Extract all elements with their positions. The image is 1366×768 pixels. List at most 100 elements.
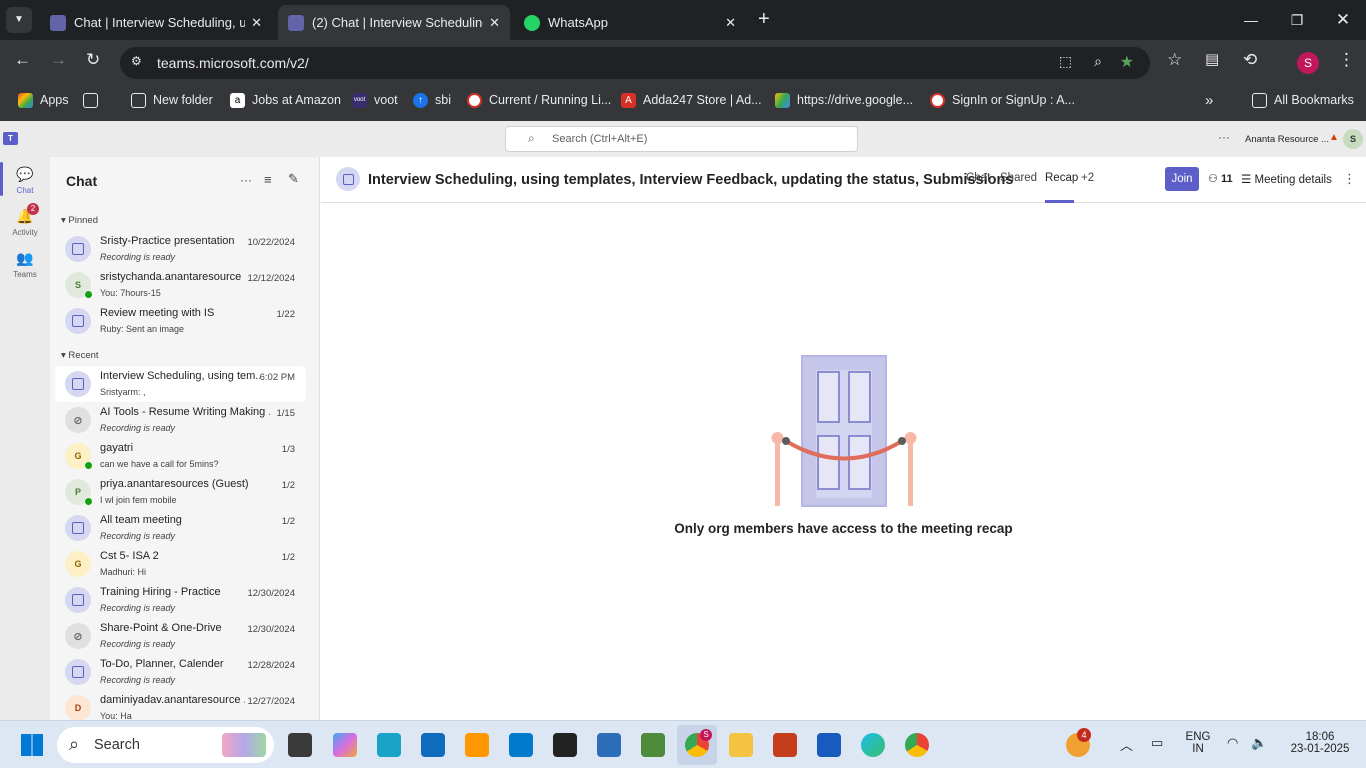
close-tab-icon[interactable]: ✕	[251, 15, 262, 31]
chat-list-item[interactable]: G gayatri 1/3 can we have a call for 5mi…	[55, 438, 306, 474]
tab-search-button[interactable]: ▼	[6, 7, 32, 33]
participants-button[interactable]: ⚇ 11	[1208, 172, 1233, 185]
bookmark-current-running[interactable]: Current / Running Li...	[467, 85, 611, 115]
browser-tab-2[interactable]: (2) Chat | Interview Scheduling, ✕	[278, 5, 510, 40]
browser-tab-3[interactable]: WhatsApp ✕	[514, 5, 746, 40]
more-options-icon[interactable]: ⋮	[1343, 171, 1356, 187]
zoom-icon[interactable]: ⌕	[1094, 53, 1102, 70]
bookmark-apps[interactable]: Apps	[18, 85, 69, 115]
profile-avatar[interactable]: S	[1297, 52, 1319, 74]
pinned-section-header[interactable]: ▾ Pinned	[61, 215, 98, 226]
teams-logo-icon[interactable]: T	[3, 132, 18, 145]
join-button[interactable]: Join	[1165, 167, 1199, 191]
chevron-up-icon[interactable]: ︿	[1120, 735, 1133, 754]
close-tab-icon[interactable]: ✕	[725, 15, 736, 31]
reload-icon[interactable]: ↻	[86, 50, 100, 70]
task-view-icon[interactable]	[288, 733, 312, 757]
rail-activity[interactable]: 🔔 2 Activity	[0, 203, 50, 237]
bookmark-drive[interactable]: https://drive.google...	[775, 85, 913, 115]
filter-icon[interactable]: ≡	[264, 172, 272, 187]
clock[interactable]: 18:06 23-01-2025	[1280, 731, 1360, 755]
search-input[interactable]: ⌕ Search (Ctrl+Alt+E)	[505, 126, 858, 152]
calendar-icon	[72, 378, 84, 390]
taskbar-search[interactable]: ⌕ Search	[57, 727, 274, 763]
site-info-icon[interactable]: ⚙	[131, 54, 142, 68]
chat-list-item[interactable]: Review meeting with IS 1/22 Ruby: Sent a…	[55, 303, 306, 339]
tab-title: Chat | Interview Scheduling, usin	[74, 15, 246, 30]
file-explorer-icon[interactable]	[729, 733, 753, 757]
more-options-icon[interactable]: ···	[1218, 130, 1230, 144]
chat-list-item[interactable]: G Cst 5- ISA 2 1/2 Madhuri: Hi	[55, 546, 306, 582]
all-bookmarks[interactable]: All Bookmarks	[1252, 85, 1354, 115]
tab-chat[interactable]: Chat	[966, 172, 990, 184]
chat-list-item[interactable]: All team meeting 1/2 Recording is ready	[55, 510, 306, 546]
chat-list-item[interactable]: ⊘ AI Tools - Resume Writing Making ... 1…	[55, 402, 306, 438]
muted-icon: ⊘	[73, 630, 83, 643]
chat-list-item-selected[interactable]: Interview Scheduling, using tem... 6:02 …	[55, 366, 306, 402]
grid-icon[interactable]	[83, 85, 105, 115]
minimize-icon[interactable]: —	[1228, 0, 1274, 40]
bookmark-voot[interactable]: voot voot	[352, 85, 398, 115]
bookmark-jobs-amazon[interactable]: a Jobs at Amazon	[230, 85, 341, 115]
bookmark-star-icon[interactable]: ★	[1120, 52, 1134, 72]
volume-icon[interactable]: 🔈	[1251, 735, 1267, 751]
rail-chat[interactable]: 💬 Chat	[0, 165, 50, 195]
tab-shared[interactable]: Shared	[1000, 172, 1037, 184]
chat-list-item[interactable]: P priya.anantaresources (Guest) 1/2 I wl…	[55, 474, 306, 510]
calendar-icon	[72, 666, 84, 678]
language-indicator[interactable]: ENG IN	[1183, 731, 1213, 755]
display-icon[interactable]: ▭	[1151, 735, 1163, 751]
chat-list-item[interactable]: ⊘ Share-Point & One-Drive 12/30/2024 Rec…	[55, 618, 306, 654]
bookmark-signin[interactable]: SignIn or SignUp : A...	[930, 85, 1075, 115]
terminal-icon[interactable]	[553, 733, 577, 757]
sublime-icon[interactable]	[465, 733, 489, 757]
forward-icon[interactable]: →	[50, 50, 67, 70]
chat-list-item[interactable]: To-Do, Planner, Calender 12/28/2024 Reco…	[55, 654, 306, 690]
restore-icon[interactable]: ❐	[1274, 0, 1320, 40]
browser-tab-1[interactable]: Chat | Interview Scheduling, usin ✕	[40, 5, 272, 40]
install-app-icon[interactable]: ⬚	[1059, 53, 1072, 70]
chat-list-item[interactable]: S sristychanda.anantaresource ... 12/12/…	[55, 267, 306, 303]
chat-list-item[interactable]: Sristy-Practice presentation 10/22/2024 …	[55, 231, 306, 267]
muted-avatar: ⊘	[65, 623, 91, 649]
user-avatar[interactable]: S	[1343, 129, 1363, 149]
address-bar[interactable]: ⚙ teams.microsoft.com/v2/ ⬚ ⌕ ★	[120, 47, 1150, 79]
copilot-icon[interactable]	[333, 733, 357, 757]
word-icon[interactable]	[817, 733, 841, 757]
tool-icon[interactable]	[597, 733, 621, 757]
org-name[interactable]: Ananta Resource ...	[1245, 134, 1329, 145]
edge-icon[interactable]	[861, 733, 885, 757]
new-tab-button[interactable]: +	[758, 8, 770, 31]
meeting-title: Interview Scheduling, using templates, I…	[368, 172, 1014, 188]
chat-list-item[interactable]: Training Hiring - Practice 12/30/2024 Re…	[55, 582, 306, 618]
bookmark-adda247[interactable]: A Adda247 Store | Ad...	[621, 85, 762, 115]
vscode-icon[interactable]	[509, 733, 533, 757]
menu-icon[interactable]: ⋮	[1338, 50, 1355, 70]
monitor-app-icon[interactable]	[377, 733, 401, 757]
chrome-icon-2[interactable]	[905, 733, 929, 757]
wifi-icon[interactable]: ◠	[1227, 735, 1238, 751]
chat-list-item[interactable]: D daminiyadav.anantaresource ... 12/27/2…	[55, 690, 306, 720]
rail-teams[interactable]: 👥 Teams	[0, 249, 50, 279]
adda247-icon: A	[621, 92, 636, 108]
windows-start-icon[interactable]	[21, 734, 43, 756]
close-window-icon[interactable]: ✕	[1320, 0, 1366, 40]
tab-more[interactable]: +2	[1081, 172, 1094, 184]
locked-door-illustration	[771, 355, 917, 507]
nodejs-icon[interactable]	[641, 733, 665, 757]
more-options-icon[interactable]: ···	[240, 173, 252, 187]
new-chat-icon[interactable]: ✎	[288, 171, 299, 187]
history-icon[interactable]: ⟲	[1243, 50, 1257, 70]
reading-list-icon[interactable]: ▤	[1205, 50, 1219, 68]
close-tab-icon[interactable]: ✕	[489, 15, 500, 31]
recent-section-header[interactable]: ▾ Recent	[61, 350, 99, 361]
favorites-icon[interactable]: ☆	[1167, 50, 1182, 70]
meeting-details-button[interactable]: ☰ Meeting details	[1241, 172, 1332, 186]
tab-recap[interactable]: Recap	[1045, 172, 1078, 184]
outlook-icon[interactable]	[421, 733, 445, 757]
powerpoint-icon[interactable]	[773, 733, 797, 757]
bookmark-sbi[interactable]: ↑ sbi	[413, 85, 451, 115]
bookmark-new-folder[interactable]: New folder	[131, 85, 213, 115]
back-icon[interactable]: ←	[14, 50, 31, 70]
more-bookmarks-icon[interactable]: »	[1205, 85, 1213, 115]
